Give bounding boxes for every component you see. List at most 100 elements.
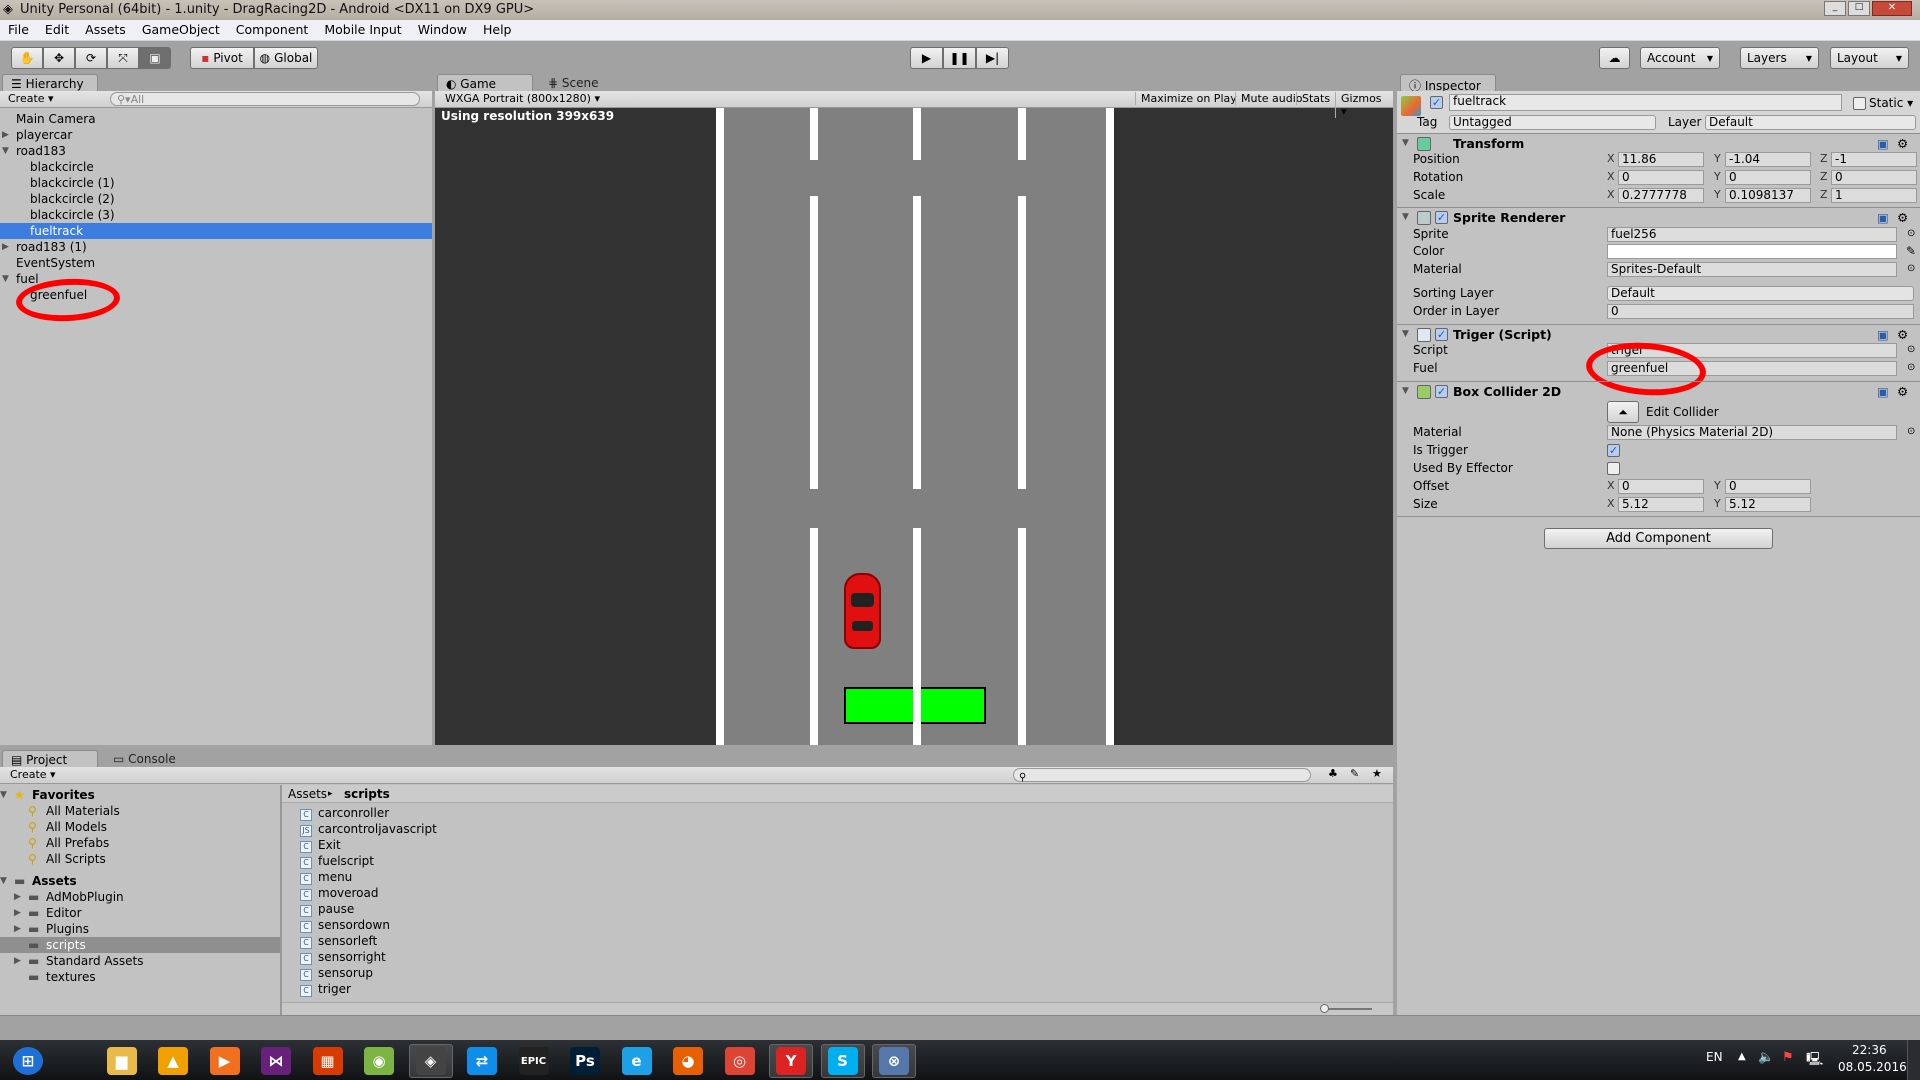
- tab-scene[interactable]: ⋕ Scene: [540, 74, 606, 92]
- scale-z-field[interactable]: 1: [1831, 188, 1917, 203]
- breadcrumb-assets[interactable]: Assets: [288, 786, 327, 802]
- component-header[interactable]: ▼ Transform ▣ ⚙: [1397, 133, 1920, 153]
- foldout-arrow-icon[interactable]: ▼: [1402, 208, 1409, 227]
- taskbar-app-yandex[interactable]: Y: [769, 1044, 813, 1078]
- component-header[interactable]: ▼ ✓ Triger (Script) ▣ ⚙: [1397, 324, 1920, 344]
- close-button[interactable]: ✕: [1872, 1, 1912, 16]
- taskbar-app-office[interactable]: ▦: [306, 1044, 350, 1078]
- component-enabled-checkbox[interactable]: ✓: [1435, 328, 1448, 341]
- resolution-dropdown[interactable]: WXGA Portrait (800x1280) ▾: [445, 92, 600, 105]
- project-tree-item[interactable]: ▶ ▬ Plugins: [0, 921, 280, 937]
- file-item[interactable]: Ctriger: [300, 981, 351, 997]
- volume-icon[interactable]: 🔈: [1758, 1050, 1774, 1065]
- file-item[interactable]: Ccarconroller: [300, 805, 389, 821]
- expand-arrow-icon[interactable]: ▼: [0, 873, 7, 889]
- taskbar-app-explorer[interactable]: ▆: [100, 1044, 144, 1078]
- global-toggle[interactable]: ◍ Global: [254, 47, 318, 69]
- show-desktop-button[interactable]: [1907, 1040, 1920, 1080]
- menu-edit[interactable]: Edit: [37, 20, 77, 37]
- layout-dropdown[interactable]: Layout ▼: [1830, 47, 1909, 69]
- play-button[interactable]: ▶: [910, 47, 943, 69]
- favorite-star-icon[interactable]: ★: [1372, 767, 1382, 780]
- taskbar-app-internet-explorer[interactable]: e: [615, 1044, 659, 1078]
- move-tool-button[interactable]: ✥: [43, 47, 75, 69]
- project-tree-item[interactable]: ▼ ▬ Assets: [0, 873, 280, 889]
- splitter[interactable]: [280, 785, 282, 1015]
- collapse-arrow-icon[interactable]: ▶: [2, 239, 9, 255]
- project-search-input[interactable]: ⚲: [1013, 768, 1311, 783]
- hierarchy-item[interactable]: ▶ road183 (1): [0, 239, 432, 255]
- expand-arrow-icon[interactable]: ▼: [2, 143, 9, 159]
- menu-mobile-input[interactable]: Mobile Input: [316, 20, 409, 37]
- foldout-arrow-icon[interactable]: ▼: [1402, 134, 1409, 153]
- file-item[interactable]: Cmenu: [300, 869, 352, 885]
- object-picker-icon[interactable]: ⊙: [1907, 424, 1915, 440]
- tab-game[interactable]: ◐ Game: [437, 74, 533, 92]
- account-dropdown[interactable]: Account ▼: [1640, 47, 1720, 69]
- hierarchy-create-button[interactable]: Create ▾: [8, 92, 54, 105]
- hierarchy-item[interactable]: EventSystem: [0, 255, 432, 271]
- hierarchy-item[interactable]: blackcircle (2): [0, 191, 432, 207]
- eyedropper-icon[interactable]: ✎: [1906, 243, 1916, 259]
- physics-material-field[interactable]: None (Physics Material 2D): [1607, 425, 1897, 440]
- object-picker-icon[interactable]: ⊙: [1907, 261, 1915, 277]
- icon-size-slider[interactable]: [1322, 1008, 1372, 1010]
- tab-inspector[interactable]: ⓘ Inspector: [1400, 74, 1496, 93]
- object-picker-icon[interactable]: ⊙: [1907, 360, 1915, 376]
- expand-arrow-icon[interactable]: ▼: [0, 787, 7, 803]
- action-center-flag-icon[interactable]: ⚑: [1782, 1050, 1794, 1065]
- pivot-toggle[interactable]: ▪ Pivot: [190, 47, 254, 69]
- menu-gameobject[interactable]: GameObject: [134, 20, 228, 37]
- foldout-arrow-icon[interactable]: ▼: [1402, 382, 1409, 401]
- taskbar-app-network-app[interactable]: ⊗: [872, 1044, 916, 1078]
- rotation-x-field[interactable]: 0: [1618, 170, 1704, 185]
- menu-component[interactable]: Component: [228, 20, 317, 37]
- minimize-button[interactable]: _: [1824, 1, 1846, 16]
- file-item[interactable]: JS carcontroljavascript: [300, 821, 437, 837]
- gear-icon[interactable]: ⚙: [1897, 134, 1908, 153]
- filter-label-icon[interactable]: ✎: [1350, 767, 1359, 780]
- cloud-button[interactable]: ☁: [1599, 47, 1630, 69]
- scale-y-field[interactable]: 0.1098137: [1725, 188, 1811, 203]
- expand-arrow-icon[interactable]: ▼: [2, 271, 9, 287]
- hierarchy-item[interactable]: blackcircle: [0, 159, 432, 175]
- project-tree-item[interactable]: ▶ ▬ Editor: [0, 905, 280, 921]
- layer-dropdown[interactable]: Default: [1705, 115, 1916, 130]
- project-tree-item[interactable]: ⚲ All Scripts: [0, 851, 280, 867]
- collapse-arrow-icon[interactable]: ▶: [14, 953, 21, 969]
- taskbar-app-media-player[interactable]: ▶: [203, 1044, 247, 1078]
- taskbar-app-epic-games[interactable]: EPIC: [512, 1044, 556, 1078]
- file-item[interactable]: Csensordown: [300, 917, 390, 933]
- taskbar-app-photoshop[interactable]: Ps: [563, 1044, 607, 1078]
- taskbar-app-aimp[interactable]: ▲: [151, 1044, 195, 1078]
- taskbar-app-chrome[interactable]: ◎: [718, 1044, 762, 1078]
- project-create-button[interactable]: Create ▾: [10, 768, 56, 781]
- position-z-field[interactable]: -1: [1831, 152, 1917, 167]
- gizmos-dropdown[interactable]: Gizmos ▾: [1335, 92, 1393, 118]
- collapse-arrow-icon[interactable]: ▶: [14, 921, 21, 937]
- size-x-field[interactable]: 5.12: [1618, 497, 1704, 512]
- project-tree-item[interactable]: ▶ ▬ Standard Assets: [0, 953, 280, 969]
- hierarchy-item[interactable]: ▶ playercar: [0, 127, 432, 143]
- filter-type-icon[interactable]: ♣: [1328, 767, 1338, 780]
- offset-y-field[interactable]: 0: [1725, 479, 1811, 494]
- tab-hierarchy[interactable]: ☰ Hierarchy: [2, 74, 98, 92]
- hierarchy-search-input[interactable]: ⚲▾All: [110, 92, 420, 106]
- static-checkbox[interactable]: [1853, 97, 1866, 110]
- menu-assets[interactable]: Assets: [77, 20, 134, 37]
- collapse-arrow-icon[interactable]: ▶: [14, 889, 21, 905]
- object-name-input[interactable]: fueltrack: [1449, 94, 1842, 111]
- component-header[interactable]: ▼ ✓ Sprite Renderer ▣ ⚙: [1397, 207, 1920, 227]
- hand-tool-button[interactable]: ✋: [11, 47, 43, 69]
- add-component-button[interactable]: Add Component: [1544, 528, 1773, 549]
- taskbar-app-teamviewer[interactable]: ⇄: [460, 1044, 504, 1078]
- file-item[interactable]: Csensorright: [300, 949, 386, 965]
- project-tree-item[interactable]: ⚲ All Materials: [0, 803, 280, 819]
- edit-collider-button[interactable]: ⏶: [1607, 401, 1639, 423]
- taskbar-app-visual-studio[interactable]: ⋈: [254, 1044, 298, 1078]
- rotation-y-field[interactable]: 0: [1725, 170, 1811, 185]
- project-tree-item[interactable]: ⚲ All Prefabs: [0, 835, 280, 851]
- collapse-arrow-icon[interactable]: ▶: [2, 127, 9, 143]
- material-field[interactable]: Sprites-Default: [1607, 262, 1897, 277]
- foldout-arrow-icon[interactable]: ▼: [1402, 325, 1409, 344]
